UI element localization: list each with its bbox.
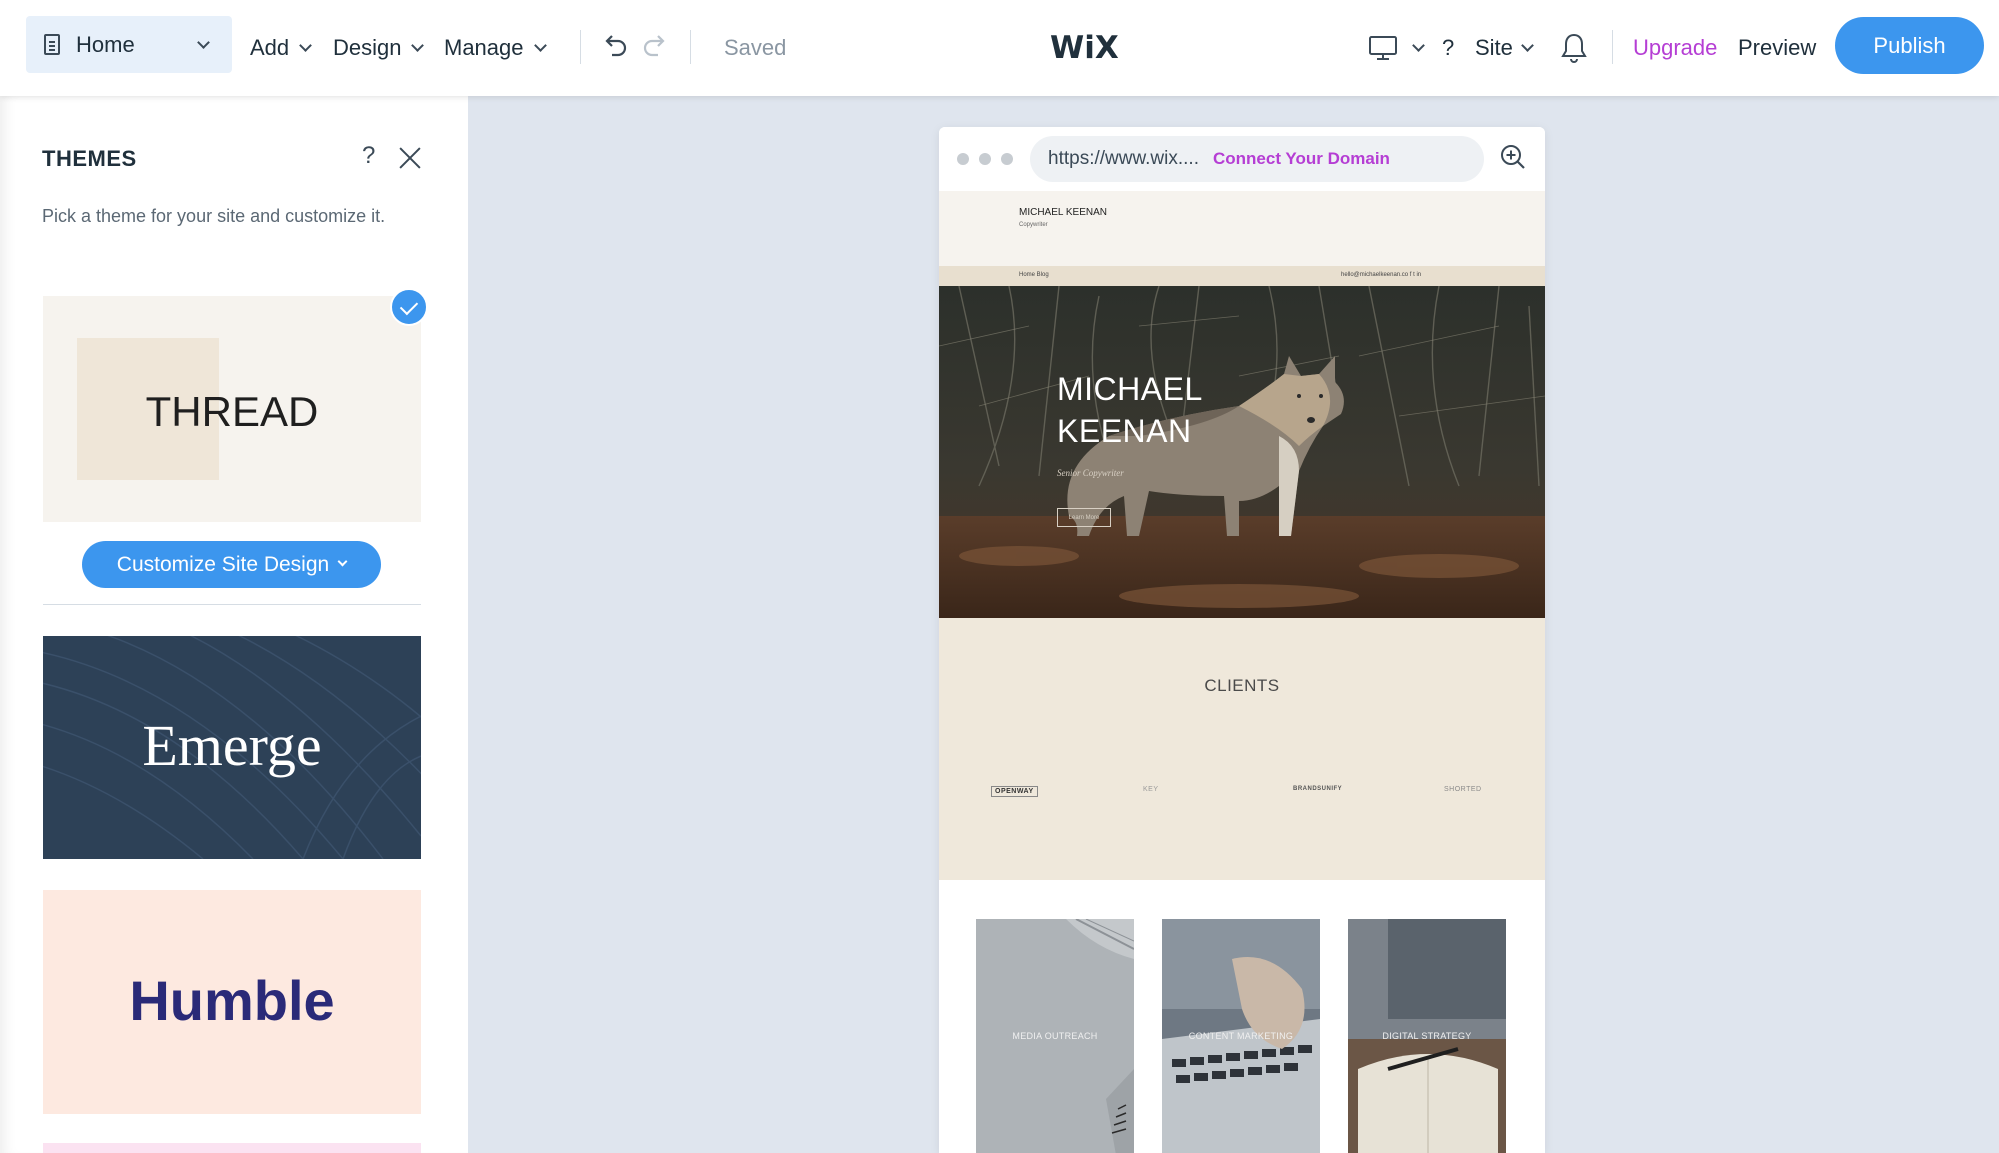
theme-card-emerge[interactable]: Emerge [43, 636, 421, 859]
notifications-button[interactable] [1560, 0, 1588, 96]
chevron-down-icon [337, 556, 348, 567]
client-logo: BRANDSUNIFY [1293, 786, 1343, 792]
clients-title: CLIENTS [1204, 676, 1280, 695]
manage-menu-label: Manage [444, 35, 524, 60]
site-contact: hello@michaelkeenan.co f t in [1341, 272, 1422, 278]
client-logo: KEY [1143, 786, 1159, 793]
design-menu[interactable]: Design [333, 0, 425, 96]
undo-icon [605, 35, 627, 57]
chevron-down-icon [411, 38, 425, 52]
browser-chrome: https://www.wix.... Connect Your Domain [939, 127, 1545, 191]
services-section[interactable]: MEDIA OUTREACH CONTENT MARKETING DIGITAL… [939, 880, 1545, 1153]
site-nav-links: Home Blog [1019, 272, 1049, 278]
device-switcher[interactable] [1368, 0, 1425, 96]
desktop-icon [1369, 36, 1397, 60]
site-menu[interactable]: Site [1475, 0, 1534, 96]
hero-title: MICHAEL KEENAN [1057, 368, 1203, 452]
page-selector-label: Home [76, 31, 135, 57]
window-dot [979, 153, 991, 165]
url-bar: https://www.wix.... Connect Your Domain [1030, 136, 1484, 182]
add-menu-label: Add [250, 35, 290, 60]
customize-site-design-button[interactable]: Customize Site Design [82, 541, 381, 588]
site-header[interactable]: MICHAEL KEENAN Copywriter [939, 191, 1545, 266]
chevron-down-icon [299, 38, 313, 52]
site-role: Copywriter [1019, 222, 1048, 228]
panel-help-icon[interactable]: ? [362, 142, 375, 170]
chevron-down-icon [533, 38, 547, 52]
client-logo: OPENWAY [991, 786, 1038, 797]
site-nav[interactable]: Home Blog hello@michaelkeenan.co f t in [939, 266, 1545, 286]
bell-icon [1561, 33, 1587, 63]
publish-button[interactable]: Publish [1835, 17, 1984, 74]
chevron-down-icon [197, 36, 210, 49]
chevron-down-icon [1521, 38, 1534, 52]
site-preview-frame: https://www.wix.... Connect Your Domain … [939, 127, 1545, 1153]
clients-section[interactable]: CLIENTS OPENWAY KEY BRANDSUNIFY SHORTED [939, 618, 1545, 880]
theme-name: Emerge [142, 713, 322, 778]
panel-title: THEMES [42, 146, 137, 171]
hero-button[interactable]: Learn More [1057, 508, 1111, 527]
connect-domain-link[interactable]: Connect Your Domain [1213, 149, 1390, 169]
hero-section[interactable]: MICHAEL KEENAN Senior Copywriter Learn M… [939, 286, 1545, 618]
toolbar-divider [690, 30, 691, 64]
design-menu-label: Design [333, 35, 402, 60]
page-icon [44, 34, 60, 55]
toolbar-divider [580, 30, 581, 64]
page-selector[interactable]: Home [26, 16, 232, 73]
coyote-photo [939, 286, 1545, 618]
selected-check-icon [390, 288, 428, 326]
client-logo: SHORTED [1444, 786, 1482, 793]
window-dot [1001, 153, 1013, 165]
site-menu-label: Site [1475, 35, 1513, 60]
undo-button[interactable] [600, 0, 628, 96]
redo-button[interactable] [642, 0, 670, 96]
hero-subtitle: Senior Copywriter [1057, 468, 1124, 478]
service-label: DIGITAL STRATEGY [1382, 1031, 1472, 1041]
help-button[interactable]: ? [1442, 0, 1454, 96]
toolbar-divider [1612, 30, 1613, 64]
upgrade-link[interactable]: Upgrade [1633, 0, 1717, 96]
theme-name: Humble [129, 969, 335, 1032]
saved-status: Saved [724, 35, 787, 60]
service-card[interactable]: CONTENT MARKETING [1162, 919, 1320, 1153]
theme-name: THREAD [145, 388, 319, 435]
preview-button[interactable]: Preview [1738, 0, 1816, 96]
zoom-in-icon[interactable] [1499, 143, 1527, 171]
chevron-down-icon [1412, 38, 1425, 52]
service-card[interactable]: MEDIA OUTREACH [976, 919, 1134, 1153]
window-dot [957, 153, 969, 165]
panel-subtitle: Pick a theme for your site and customize… [42, 206, 386, 226]
hero-title-line: MICHAEL [1057, 371, 1203, 407]
theme-card-thread[interactable]: THREAD [43, 296, 421, 522]
theme-card-partial[interactable] [43, 1143, 421, 1153]
themes-panel: THEMES ? Pick a theme for your site and … [0, 96, 468, 1153]
manage-menu[interactable]: Manage [444, 0, 547, 96]
add-menu[interactable]: Add [250, 0, 313, 96]
site-name: MICHAEL KEENAN [1019, 207, 1107, 218]
close-icon[interactable] [398, 146, 422, 170]
customize-button-label: Customize Site Design [116, 552, 330, 576]
editor-topbar: Home Add Design Manage Saved WiX ? Site … [0, 0, 1999, 96]
hero-title-line: KEENAN [1057, 413, 1192, 449]
service-label: CONTENT MARKETING [1188, 1031, 1294, 1041]
service-label: MEDIA OUTREACH [1012, 1031, 1098, 1041]
service-card[interactable]: DIGITAL STRATEGY [1348, 919, 1506, 1153]
site-url: https://www.wix.... [1048, 148, 1199, 169]
panel-divider [43, 604, 421, 605]
wix-logo: WiX [1050, 30, 1119, 66]
theme-card-humble[interactable]: Humble [43, 890, 421, 1114]
redo-icon [643, 35, 665, 57]
